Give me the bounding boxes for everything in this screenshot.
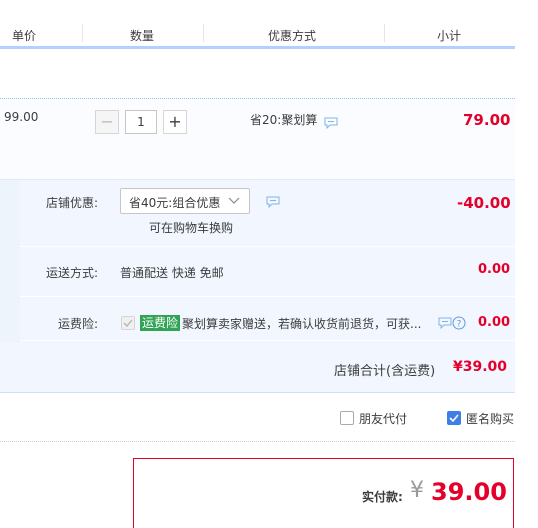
help-icon[interactable]: ? bbox=[452, 316, 466, 330]
shop-promo-select[interactable]: 省40元:组合优惠 bbox=[120, 188, 250, 214]
svg-text:?: ? bbox=[457, 320, 462, 330]
increase-quantity-button[interactable]: + bbox=[163, 110, 187, 134]
decrease-quantity-button[interactable]: − bbox=[95, 110, 119, 134]
header-unit-price: 单价 bbox=[12, 29, 37, 43]
quantity-input[interactable]: 1 bbox=[125, 110, 157, 134]
item-unit-price: 99.00 bbox=[4, 110, 39, 124]
insurance-amount: 0.00 bbox=[478, 315, 511, 330]
shipping-label: 运送方式: bbox=[45, 266, 98, 280]
insurance-badge-wrap: 运费险 bbox=[140, 315, 181, 331]
header-divider bbox=[82, 24, 83, 42]
header-discount: 优惠方式 bbox=[268, 29, 317, 43]
shop-total-label: 店铺合计(含运费) bbox=[334, 364, 436, 379]
chevron-down-icon bbox=[228, 197, 240, 204]
header-divider bbox=[203, 24, 204, 42]
shop-promo-hint: 可在购物车换购 bbox=[149, 221, 234, 235]
row-divider bbox=[20, 296, 515, 297]
section-divider bbox=[0, 441, 515, 442]
payment-amount: 39.00 bbox=[431, 478, 507, 506]
shipping-value: 普通配送 快递 免邮 bbox=[120, 266, 224, 280]
header-divider bbox=[384, 24, 385, 42]
shop-promo-selected: 省40元:组合优惠 bbox=[129, 196, 221, 210]
shop-total-value: ¥39.00 bbox=[453, 359, 508, 375]
shop-promo-amount: -40.00 bbox=[457, 194, 511, 212]
shop-summary-panel bbox=[0, 180, 515, 393]
item-subtotal: 79.00 bbox=[463, 111, 511, 129]
row-divider bbox=[20, 246, 515, 247]
insurance-label: 运费险: bbox=[57, 317, 98, 331]
payment-currency: ¥ bbox=[410, 478, 424, 503]
friend-pay-label: 朋友代付 bbox=[359, 412, 408, 426]
message-icon[interactable] bbox=[266, 196, 280, 208]
anonymous-label: 匿名购买 bbox=[466, 412, 515, 426]
insurance-badge: 运费险 bbox=[140, 315, 181, 331]
shop-promo-label: 店铺优惠: bbox=[45, 196, 98, 210]
insurance-description: 聚划算卖家赠送，若确认收货前退货，可获... bbox=[182, 317, 422, 331]
item-discount-text: 省20:聚划算 bbox=[250, 113, 318, 127]
insurance-checkbox[interactable] bbox=[121, 316, 135, 330]
header-subtotal: 小计 bbox=[437, 29, 462, 43]
header-quantity: 数量 bbox=[130, 29, 155, 43]
shop-left-gutter bbox=[0, 180, 20, 342]
check-icon bbox=[123, 319, 133, 328]
check-icon bbox=[449, 414, 459, 423]
anonymous-checkbox[interactable] bbox=[447, 411, 461, 425]
shipping-amount: 0.00 bbox=[478, 262, 511, 277]
row-divider bbox=[20, 340, 515, 341]
message-icon[interactable] bbox=[438, 317, 452, 329]
friend-pay-checkbox[interactable] bbox=[340, 411, 354, 425]
payment-label: 实付款: bbox=[362, 490, 403, 504]
table-header: 单价 数量 优惠方式 小计 bbox=[0, 0, 515, 49]
message-icon[interactable] bbox=[324, 117, 338, 129]
